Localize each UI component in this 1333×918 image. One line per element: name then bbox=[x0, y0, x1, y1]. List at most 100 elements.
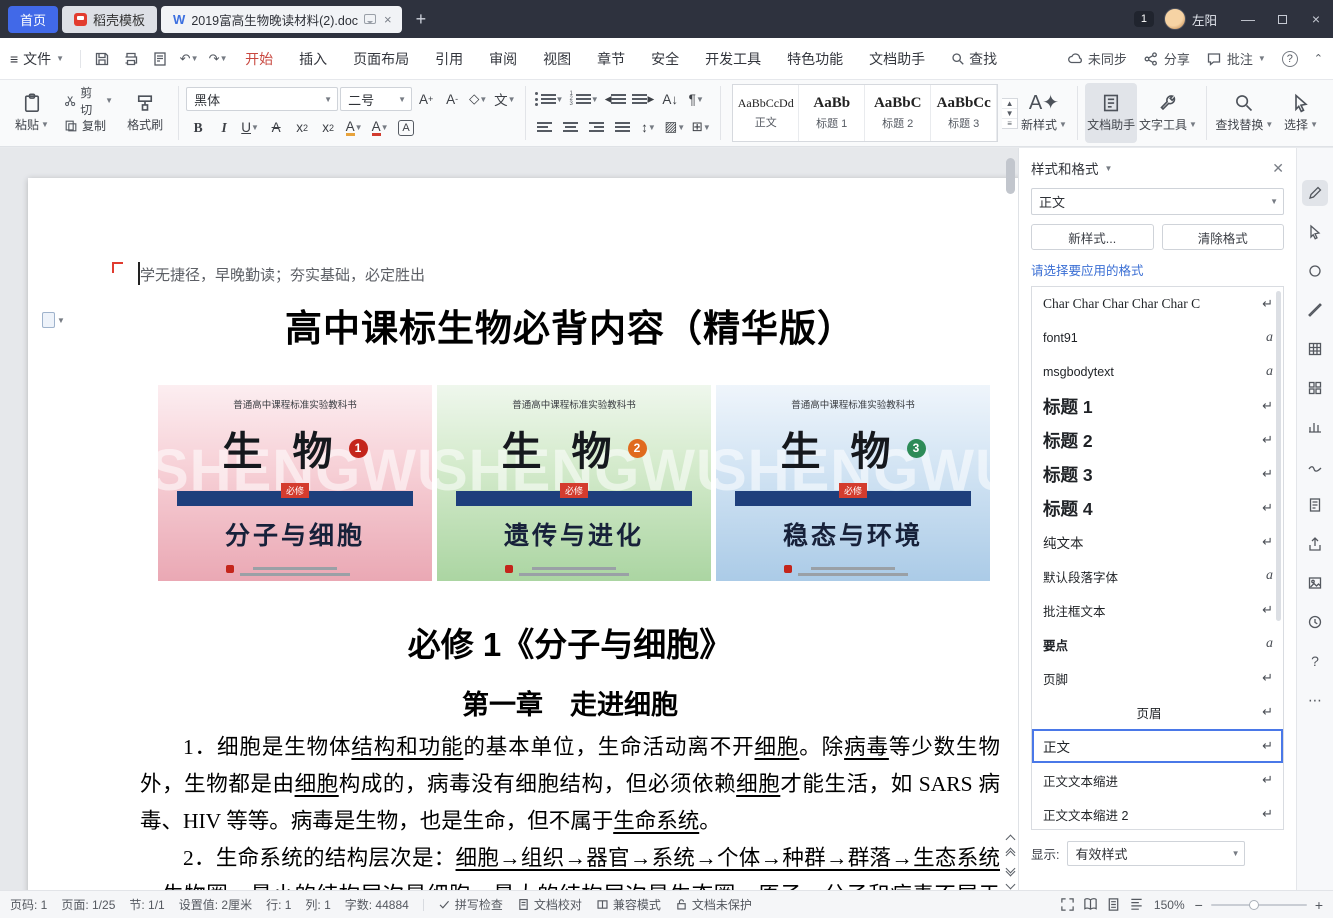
font-color-button[interactable]: A▼ bbox=[368, 116, 392, 139]
chapter-heading[interactable]: 第一章 走进细胞 bbox=[140, 683, 1000, 722]
style-heading1[interactable]: AaBb 标题 1 bbox=[799, 85, 865, 141]
protection-status[interactable]: 文档未保护 bbox=[675, 896, 752, 913]
align-justify-button[interactable] bbox=[611, 116, 635, 139]
document-icon[interactable] bbox=[1302, 492, 1328, 518]
align-center-button[interactable] bbox=[559, 116, 583, 139]
outline-view-icon[interactable] bbox=[1129, 897, 1144, 912]
help-icon[interactable]: ? bbox=[1302, 648, 1328, 674]
grow-font-button[interactable]: A+ bbox=[414, 88, 438, 111]
gallery-up-icon[interactable]: ▲ bbox=[1002, 99, 1017, 109]
undo-button[interactable]: ↶▼ bbox=[176, 46, 202, 72]
align-right-button[interactable] bbox=[585, 116, 609, 139]
share-button[interactable]: 分享 bbox=[1143, 49, 1190, 68]
book-cover-1[interactable]: SHENGWUSHENGWU 普通高中课程标准实验教科书 生 物 1 必修 分子… bbox=[158, 385, 432, 581]
zoom-out-button[interactable]: − bbox=[1195, 897, 1203, 913]
history-clock-icon[interactable] bbox=[1302, 609, 1328, 635]
zoom-in-button[interactable]: + bbox=[1315, 897, 1323, 913]
tab-view[interactable]: 视图 bbox=[543, 49, 571, 69]
home-tab[interactable]: 首页 bbox=[8, 6, 58, 33]
select-cursor-icon[interactable] bbox=[1302, 219, 1328, 245]
borders-button[interactable]: ⊞▼ bbox=[689, 116, 713, 139]
chart-icon[interactable] bbox=[1302, 414, 1328, 440]
clear-format-button[interactable]: ◇▼ bbox=[466, 88, 490, 111]
character-border-button[interactable]: A bbox=[394, 116, 418, 139]
sort-button[interactable]: A↓ bbox=[658, 88, 682, 111]
find-replace-button[interactable]: 查找替换▼ bbox=[1214, 83, 1275, 143]
vertical-scrollbar[interactable] bbox=[1004, 152, 1017, 838]
status-section[interactable]: 节: 1/1 bbox=[129, 896, 164, 913]
style-item[interactable]: 标题 4↵ bbox=[1032, 491, 1283, 525]
zoom-level[interactable]: 150% bbox=[1154, 898, 1185, 912]
save-button[interactable] bbox=[89, 46, 115, 72]
font-name-select[interactable]: 黑体▼ bbox=[186, 87, 338, 111]
tab-start[interactable]: 开始 bbox=[245, 49, 273, 69]
page-header-text[interactable]: 学无捷径，早晚勤读；夯实基础，必定胜出 bbox=[140, 264, 1000, 285]
maximize-button[interactable] bbox=[1265, 0, 1299, 38]
style-item-selected[interactable]: 正文↵ bbox=[1032, 729, 1283, 763]
help-icon[interactable]: ? bbox=[1282, 51, 1298, 67]
tab-review[interactable]: 审阅 bbox=[489, 49, 517, 69]
file-menu[interactable]: ≡ 文件 ▼ bbox=[10, 49, 64, 69]
scrollbar-thumb[interactable] bbox=[1006, 158, 1015, 194]
strikethrough-button[interactable]: A bbox=[264, 116, 288, 139]
export-icon[interactable] bbox=[1302, 531, 1328, 557]
copy-button[interactable]: 复制 bbox=[60, 115, 117, 137]
subscript-button[interactable]: x2 bbox=[316, 116, 340, 139]
style-normal[interactable]: AaBbCcDd 正文 bbox=[733, 85, 799, 141]
doc-proof-button[interactable]: 文档校对 bbox=[517, 896, 582, 913]
clear-format-panel-button[interactable]: 清除格式 bbox=[1162, 224, 1285, 250]
spell-check-button[interactable]: 拼写检查 bbox=[438, 896, 503, 913]
style-item[interactable]: 标题 2↵ bbox=[1032, 423, 1283, 457]
style-item[interactable]: 纯文本↵ bbox=[1032, 525, 1283, 559]
scroll-up-icon[interactable] bbox=[1006, 835, 1016, 845]
document-tab[interactable]: W 2019富高生物晚读材料(2).doc × bbox=[161, 6, 402, 33]
status-line[interactable]: 行: 1 bbox=[266, 896, 291, 913]
highlight-color-button[interactable]: A▼ bbox=[342, 116, 366, 139]
chevron-down-icon[interactable]: ▼ bbox=[1105, 164, 1113, 173]
next-page-button[interactable] bbox=[1007, 865, 1014, 875]
style-item[interactable]: 页眉↵ bbox=[1032, 695, 1283, 729]
template-tab[interactable]: 稻壳模板 bbox=[62, 6, 157, 33]
tab-section[interactable]: 章节 bbox=[597, 49, 625, 69]
status-word-count[interactable]: 字数: 44884 bbox=[345, 896, 409, 913]
close-button[interactable]: × bbox=[1299, 0, 1333, 38]
paragraph-2[interactable]: 2．生命系统的结构层次是：细胞→组织→器官→系统→个体→种群→群落→生态系统→生… bbox=[140, 840, 1000, 890]
document-page[interactable]: 学无捷径，早晚勤读；夯实基础，必定胜出 ▼ 高中课标生物必背内容（精华版） SH… bbox=[28, 178, 1018, 890]
scroll-down-icon[interactable] bbox=[1006, 880, 1016, 890]
zoom-slider[interactable] bbox=[1211, 904, 1307, 906]
numbered-list-button[interactable]: 123▼ bbox=[567, 88, 600, 111]
align-left-button[interactable] bbox=[533, 116, 557, 139]
bold-button[interactable]: B bbox=[186, 116, 210, 139]
new-style-button[interactable]: A✦ 新样式▼ bbox=[1018, 83, 1070, 143]
style-item[interactable]: msgbodytexta bbox=[1032, 355, 1283, 389]
tab-dev-tools[interactable]: 开发工具 bbox=[705, 49, 761, 69]
close-panel-icon[interactable]: ✕ bbox=[1272, 160, 1284, 177]
style-item[interactable]: 要点a bbox=[1032, 627, 1283, 661]
tab-insert[interactable]: 插入 bbox=[299, 49, 327, 69]
style-item[interactable]: 默认段落字体a bbox=[1032, 559, 1283, 593]
show-style-select[interactable]: 有效样式▼ bbox=[1067, 841, 1245, 866]
cut-button[interactable]: 剪切▼ bbox=[60, 90, 117, 112]
italic-button[interactable]: I bbox=[212, 116, 236, 139]
increase-indent-button[interactable]: ▸ bbox=[630, 88, 656, 111]
style-item[interactable]: 标题 3↵ bbox=[1032, 457, 1283, 491]
fullscreen-icon[interactable] bbox=[1060, 897, 1075, 912]
document-title[interactable]: 高中课标生物必背内容（精华版） bbox=[140, 298, 1000, 352]
new-style-panel-button[interactable]: 新样式... bbox=[1031, 224, 1154, 250]
gallery-down-icon[interactable]: ▼ bbox=[1002, 109, 1017, 119]
sync-status[interactable]: 未同步 bbox=[1067, 49, 1127, 68]
style-item[interactable]: 标题 1↵ bbox=[1032, 389, 1283, 423]
ruler-icon[interactable] bbox=[1302, 297, 1328, 323]
paragraph-1[interactable]: 1．细胞是生物体结构和功能的基本单位，生命活动离不开细胞。除病毒等少数生物外，生… bbox=[140, 729, 1000, 840]
shrink-font-button[interactable]: A- bbox=[440, 88, 464, 111]
status-page-number[interactable]: 页码: 1 bbox=[10, 896, 47, 913]
edit-pen-icon[interactable] bbox=[1302, 180, 1328, 206]
style-item[interactable]: 正文文本缩进↵ bbox=[1032, 763, 1283, 797]
style-heading2[interactable]: AaBbC 标题 2 bbox=[865, 85, 931, 141]
style-item[interactable]: 页脚↵ bbox=[1032, 661, 1283, 695]
paste-button[interactable]: 粘贴▼ bbox=[6, 83, 58, 143]
tab-page-layout[interactable]: 页面布局 bbox=[353, 49, 409, 69]
tab-special-features[interactable]: 特色功能 bbox=[787, 49, 843, 69]
decrease-indent-button[interactable]: ◂ bbox=[603, 88, 629, 111]
previous-page-button[interactable] bbox=[1007, 849, 1014, 859]
